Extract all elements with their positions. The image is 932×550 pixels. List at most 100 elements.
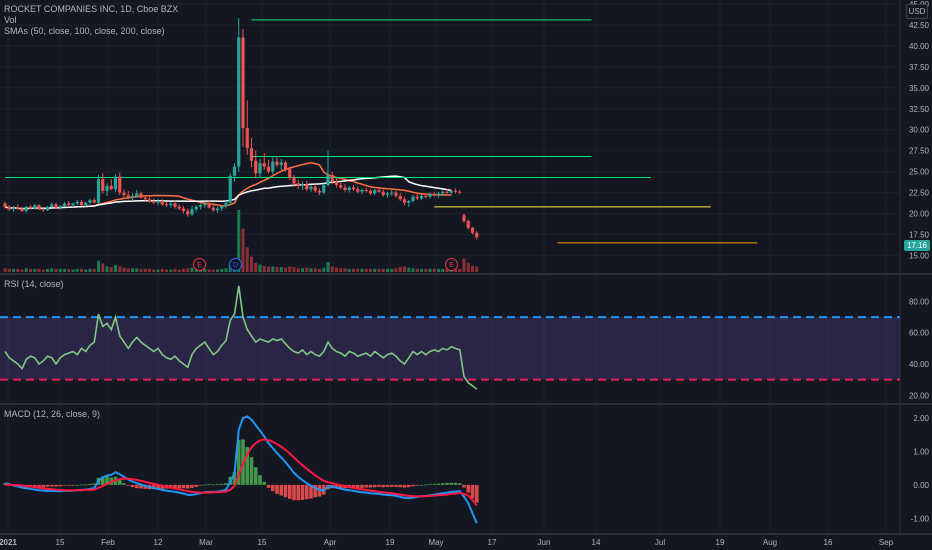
candle-body <box>79 201 84 206</box>
macd-histogram-bar <box>283 484 288 498</box>
candle-body <box>28 206 33 209</box>
candle-body <box>215 208 220 211</box>
candle-body <box>33 205 37 209</box>
macd-histogram-bar <box>215 484 220 486</box>
volume-bar <box>441 268 445 272</box>
candle-body <box>398 195 402 200</box>
time-tick-label: 17 <box>488 538 497 547</box>
volume-bar <box>275 267 279 272</box>
candle-body <box>130 195 135 198</box>
volume-bar <box>114 265 117 272</box>
rsi-tick-label: 40.00 <box>909 360 930 369</box>
chart-legend: ROCKET COMPANIES INC, 1D, Cboe BZX Vol S… <box>4 4 178 37</box>
volume-bar <box>394 268 398 272</box>
volume-bar <box>339 268 343 272</box>
macd-histogram-bar <box>211 484 216 486</box>
candle-body <box>84 202 88 206</box>
volume-bar <box>156 269 160 272</box>
macd-histogram-bar <box>432 483 437 485</box>
candle-body <box>152 200 156 203</box>
volume-bar <box>182 268 185 272</box>
sma-50-line <box>4 162 452 210</box>
rsi-label[interactable]: RSI (14, close) <box>4 279 64 290</box>
volume-bar <box>420 268 423 272</box>
dividend-marker[interactable]: D <box>229 258 242 271</box>
macd-label[interactable]: MACD (12, 26, close, 9) <box>4 409 100 420</box>
candle-body <box>16 207 20 209</box>
candle-body <box>262 163 266 167</box>
volume-bar <box>407 267 411 272</box>
candle-body <box>394 192 398 196</box>
candle-body <box>453 190 458 192</box>
price-tick-label: 32.50 <box>909 105 930 114</box>
macd-tick-label: 1.00 <box>913 447 929 456</box>
time-tick-label: 12 <box>154 538 163 547</box>
volume-bar <box>271 266 275 272</box>
volume-bar <box>432 268 436 272</box>
last-price-badge: 17.16 <box>904 240 930 251</box>
candle-body <box>194 206 198 210</box>
macd-histogram-bar <box>253 467 258 485</box>
candle-body <box>254 160 258 174</box>
macd-tick-label: -1.00 <box>911 514 930 523</box>
volume-bar <box>390 268 394 272</box>
candle-body <box>339 185 343 188</box>
candle-body <box>309 186 313 190</box>
time-tick-label: 14 <box>592 538 601 547</box>
price-tick-label: 37.50 <box>909 63 930 72</box>
candle-body <box>275 161 279 165</box>
price-tick-label: 27.50 <box>909 147 930 156</box>
candle-body <box>71 203 75 206</box>
volume-bar <box>7 268 11 272</box>
earnings-marker[interactable]: E <box>445 258 458 271</box>
candle-body <box>11 207 16 210</box>
earnings-marker[interactable]: E <box>193 258 206 271</box>
volume-bar <box>71 269 75 272</box>
macd-histogram-bar <box>219 483 224 485</box>
macd-histogram-bar <box>389 484 394 487</box>
volume-bar <box>211 269 215 272</box>
macd-histogram-bar <box>202 484 207 486</box>
macd-histogram-bar <box>181 484 186 489</box>
volume-bar <box>360 268 364 272</box>
volume-label[interactable]: Vol <box>4 15 178 26</box>
volume-bar <box>29 268 32 272</box>
volume-bar <box>131 268 134 272</box>
candle-body <box>164 204 169 206</box>
volume-bar <box>424 268 428 272</box>
volume-bar <box>58 268 62 272</box>
candle-body <box>462 215 466 222</box>
time-tick-label: Jun <box>538 538 551 547</box>
volume-bar <box>245 247 249 272</box>
candle-body <box>67 203 71 206</box>
candle-body <box>41 209 45 211</box>
volume-bar <box>186 268 190 272</box>
macd-histogram-bar <box>381 484 386 488</box>
candle-body <box>470 227 475 233</box>
symbol-title[interactable]: ROCKET COMPANIES INC, 1D, Cboe BZX <box>4 4 178 15</box>
volume-bar <box>466 262 470 272</box>
macd-histogram-bar <box>287 484 292 499</box>
macd-tick-label: 2.00 <box>913 414 929 423</box>
macd-histogram-bar <box>75 484 80 486</box>
time-tick-label: Sep <box>879 538 894 547</box>
macd-histogram-bar <box>385 484 390 487</box>
candle-body <box>50 204 54 207</box>
candle-body <box>237 37 241 167</box>
sma-label[interactable]: SMAs (50, close, 100, close, 200, close) <box>4 26 178 37</box>
candle-body <box>169 203 173 206</box>
chart-canvas[interactable]: 15.00 17.50 20.00 22.50 25.00 27.50 30.00 32.50… <box>0 0 932 550</box>
candle-body <box>186 211 190 215</box>
price-tick-label: 20.00 <box>909 210 930 219</box>
macd-histogram-bar <box>62 484 67 486</box>
volume-bar <box>101 263 105 272</box>
currency-label[interactable]: USD <box>906 4 928 19</box>
volume-bar <box>54 268 58 272</box>
candle-body <box>266 166 271 172</box>
macd-histogram-bar <box>440 483 445 485</box>
macd-histogram-bar <box>406 484 411 488</box>
volume-bar <box>16 268 20 272</box>
macd-histogram-bar <box>66 484 71 486</box>
time-tick-label: 16 <box>824 538 833 547</box>
candle-body <box>92 200 96 203</box>
